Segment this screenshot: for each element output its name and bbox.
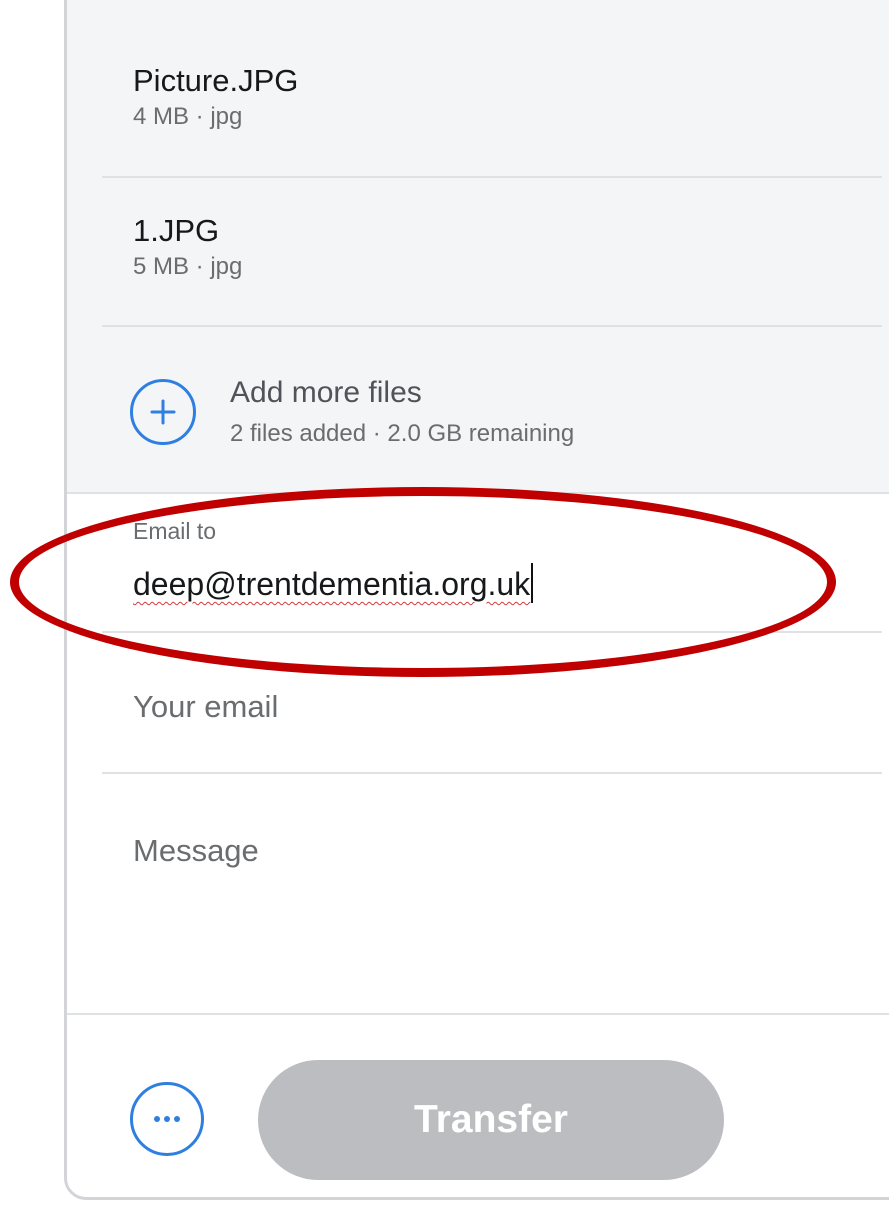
divider: [67, 492, 889, 494]
file-name: 1.JPG: [133, 213, 220, 248]
your-email-input[interactable]: Your email: [133, 689, 278, 725]
dot: [174, 1116, 180, 1122]
your-email-field[interactable]: Your email: [133, 689, 278, 725]
file-meta: 4 MB · jpg: [133, 103, 243, 130]
divider: [102, 176, 882, 178]
file-name: Picture.JPG: [133, 63, 299, 98]
email-to-label: Email to: [133, 518, 217, 544]
more-options-icon[interactable]: [130, 1082, 204, 1156]
email-to-field[interactable]: Email to deep@trentdementia.org.uk: [133, 518, 534, 603]
file-meta: 5 MB · jpg: [133, 253, 243, 280]
dot: [154, 1116, 160, 1122]
file-item[interactable]: Picture.JPG 4 MB · jpg: [133, 62, 298, 132]
message-input[interactable]: Message: [133, 833, 259, 869]
divider: [102, 631, 882, 633]
email-to-input[interactable]: deep@trentdementia.org.uk: [133, 563, 534, 603]
divider: [102, 325, 882, 327]
email-to-value: deep@trentdementia.org.uk: [133, 566, 531, 602]
add-more-label: Add more files: [230, 376, 422, 409]
divider: [67, 1013, 889, 1015]
files-added-status: 2 files added · 2.0 GB remaining: [230, 420, 575, 447]
plus-circle-icon: [130, 379, 196, 445]
text-caret: [531, 563, 534, 603]
add-more-files-button[interactable]: Add more files 2 files added · 2.0 GB re…: [130, 370, 574, 450]
message-field[interactable]: Message: [133, 833, 259, 869]
dot: [164, 1116, 170, 1122]
file-item[interactable]: 1.JPG 5 MB · jpg: [133, 212, 242, 282]
transfer-button[interactable]: Transfer: [258, 1060, 724, 1180]
divider: [102, 772, 882, 774]
